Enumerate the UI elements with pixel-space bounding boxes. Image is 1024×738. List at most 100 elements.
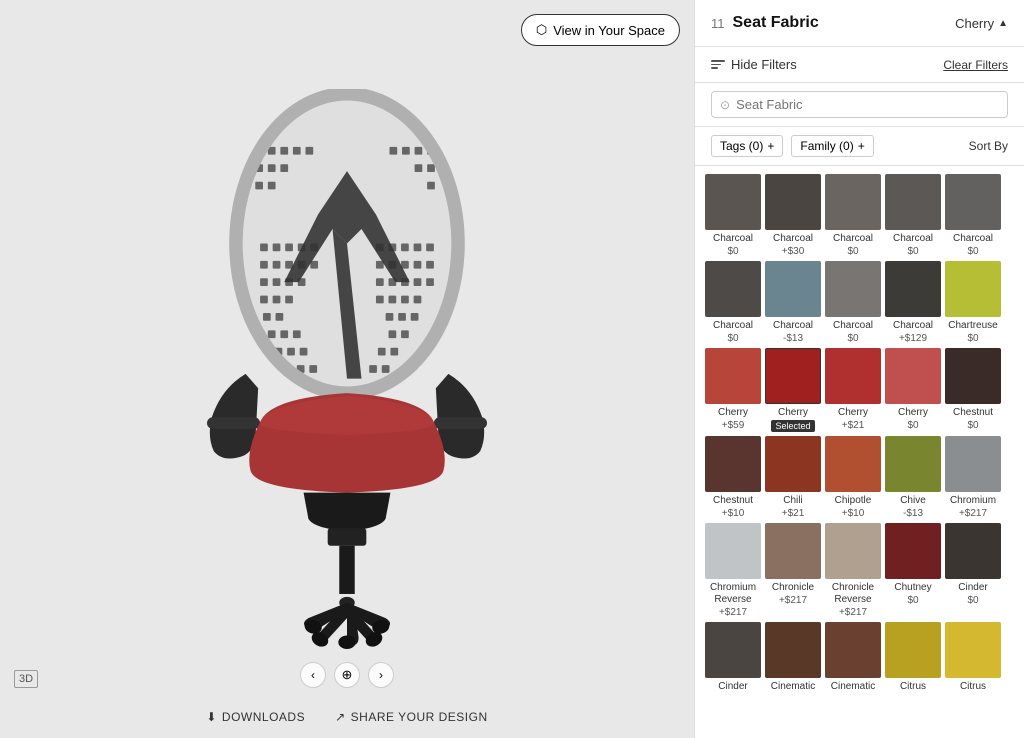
color-price: $0 [825,246,881,257]
color-name: Citrus [945,681,1001,693]
color-swatch [945,436,1001,492]
color-item[interactable]: Citrus [945,622,1001,694]
color-row: Chromium Reverse+$217Chronicle+$217Chron… [705,523,1014,618]
color-item[interactable]: Cherry+$59 [705,348,761,432]
color-swatch [825,523,881,579]
color-item[interactable]: Cherry+$21 [825,348,881,432]
color-row: CinderCinematicCinematicCitrusCitrus [705,622,1014,694]
color-item[interactable]: Chipotle+$10 [825,436,881,519]
color-name: Charcoal [945,233,1001,245]
color-name: Chipotle [825,495,881,507]
color-item[interactable]: Charcoal$0 [825,261,881,344]
color-price: +$129 [885,333,941,344]
share-link[interactable]: ↗ SHARE YOUR DESIGN [335,710,488,724]
color-item[interactable]: Chronicle Reverse+$217 [825,523,881,618]
color-swatch [705,261,761,317]
family-filter-button[interactable]: Family (0) + [791,135,873,157]
color-swatch [825,348,881,404]
prev-button[interactable]: ‹ [300,662,326,688]
color-swatch [885,436,941,492]
color-name: Cherry [705,407,761,419]
color-name: Cinematic [825,681,881,693]
color-price: +$21 [825,420,881,431]
clear-filters-button[interactable]: Clear Filters [943,58,1008,72]
hide-filters-button[interactable]: Hide Filters [711,57,797,72]
color-item[interactable]: Chartreuse$0 [945,261,1001,344]
color-item[interactable]: Chestnut+$10 [705,436,761,519]
color-item[interactable]: Chromium+$217 [945,436,1001,519]
color-swatch [765,622,821,678]
step-number: 11 [711,16,725,31]
color-item[interactable]: Cinematic [825,622,881,694]
color-item[interactable]: CherrySelected [765,348,821,432]
share-icon: ↗ [335,710,346,724]
color-name: Chestnut [945,407,1001,419]
color-item[interactable]: Cinder [705,622,761,694]
color-name: Chive [885,495,941,507]
color-price: +$217 [825,607,881,618]
downloads-link[interactable]: ⬇ DOWNLOADS [206,710,305,724]
color-price: +$217 [705,607,761,618]
color-name: Charcoal [885,320,941,332]
color-price: +$10 [705,508,761,519]
color-item[interactable]: Charcoal+$129 [885,261,941,344]
chair-svg [127,89,567,649]
color-item[interactable]: Charcoal$0 [705,261,761,344]
color-item[interactable]: Charcoal$0 [945,174,1001,257]
color-price: $0 [885,420,941,431]
color-item[interactable]: Chromium Reverse+$217 [705,523,761,618]
tags-filter-button[interactable]: Tags (0) + [711,135,783,157]
next-button[interactable]: › [368,662,394,688]
color-swatch [765,261,821,317]
color-swatch [825,174,881,230]
color-price: $0 [945,420,1001,431]
color-name: Charcoal [765,233,821,245]
zoom-button[interactable]: ⊕ [334,662,360,688]
color-swatch [705,622,761,678]
color-name: Charcoal [825,233,881,245]
color-name: Charcoal [705,320,761,332]
color-swatch [705,523,761,579]
color-item[interactable]: Chestnut$0 [945,348,1001,432]
family-add-icon: + [858,139,865,153]
chevron-up-icon: ▲ [998,18,1008,29]
color-swatch [765,523,821,579]
color-item[interactable]: Chive-$13 [885,436,941,519]
color-swatch [705,174,761,230]
color-item[interactable]: Charcoal+$30 [765,174,821,257]
tag-filter-buttons: Tags (0) + Family (0) + [711,135,874,157]
color-swatch [825,436,881,492]
color-row: Charcoal$0Charcoal+$30Charcoal$0Charcoal… [705,174,1014,257]
panel-header: 11 Seat Fabric Cherry ▲ [695,0,1024,47]
color-price: $0 [945,246,1001,257]
download-icon: ⬇ [206,710,217,724]
color-name: Chestnut [705,495,761,507]
color-item[interactable]: Chili+$21 [765,436,821,519]
color-price: +$10 [825,508,881,519]
color-item[interactable]: Chutney$0 [885,523,941,618]
color-swatch [705,348,761,404]
color-item[interactable]: Charcoal$0 [705,174,761,257]
search-input[interactable] [736,97,999,112]
color-item[interactable]: Citrus [885,622,941,694]
color-item[interactable]: Cinder$0 [945,523,1001,618]
color-item[interactable]: Charcoal$0 [885,174,941,257]
search-input-wrap: ⊙ [711,91,1008,118]
color-swatch [945,348,1001,404]
color-grid: Charcoal$0Charcoal+$30Charcoal$0Charcoal… [695,166,1024,738]
color-price: $0 [705,333,761,344]
color-price: +$30 [765,246,821,257]
selected-badge: Selected [771,420,814,432]
color-price: Selected [765,420,821,432]
color-swatch [945,174,1001,230]
color-item[interactable]: Charcoal-$13 [765,261,821,344]
next-icon: › [379,668,383,682]
color-price: $0 [885,246,941,257]
color-item[interactable]: Cherry$0 [885,348,941,432]
color-item[interactable]: Cinematic [765,622,821,694]
color-price: +$217 [765,595,821,606]
tags-label: Tags (0) [720,139,763,153]
color-row: Charcoal$0Charcoal-$13Charcoal$0Charcoal… [705,261,1014,344]
color-item[interactable]: Chronicle+$217 [765,523,821,618]
color-item[interactable]: Charcoal$0 [825,174,881,257]
